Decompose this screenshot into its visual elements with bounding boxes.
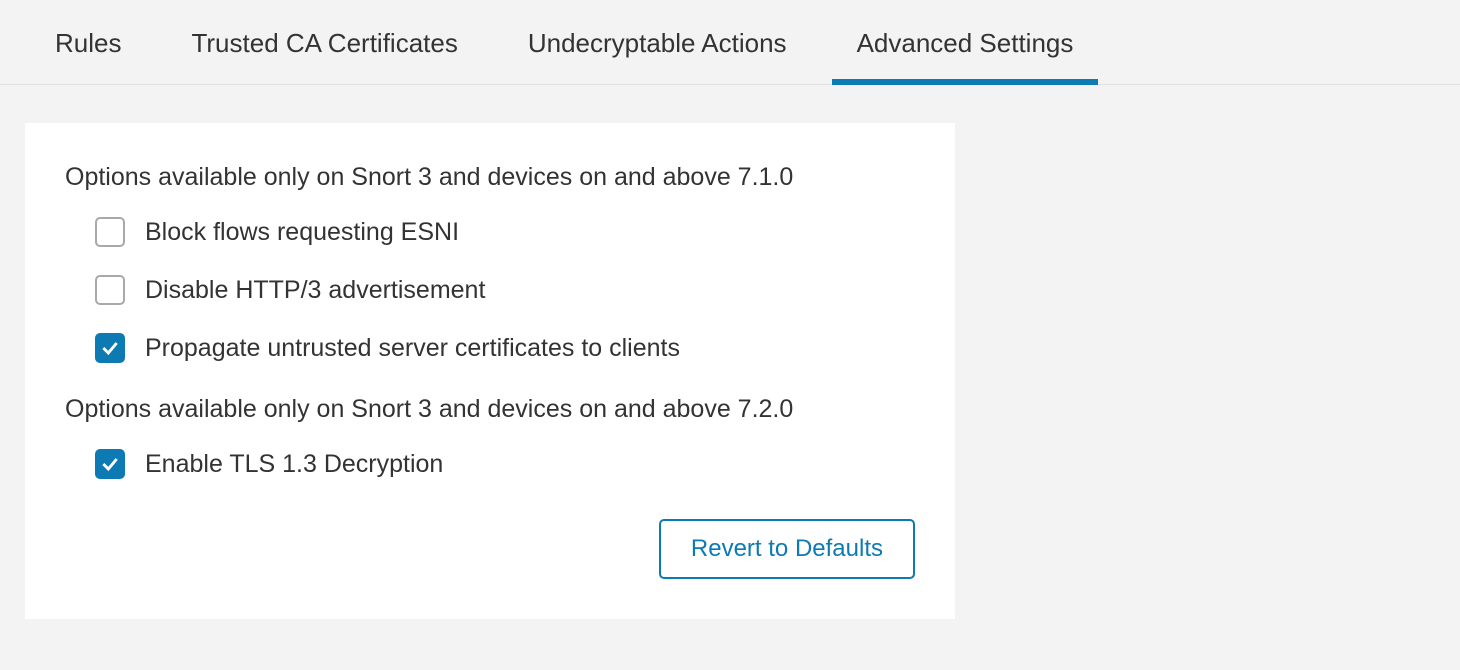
advanced-settings-panel: Options available only on Snort 3 and de… [25, 123, 955, 619]
tab-bar: Rules Trusted CA Certificates Undecrypta… [0, 0, 1460, 85]
option-disable-http3: Disable HTTP/3 advertisement [95, 275, 915, 305]
section-heading-720: Options available only on Snort 3 and de… [65, 395, 915, 424]
checkbox-block-esni[interactable] [95, 217, 125, 247]
tab-trusted-ca-certificates[interactable]: Trusted CA Certificates [191, 0, 457, 84]
checkbox-disable-http3[interactable] [95, 275, 125, 305]
tab-undecryptable-actions[interactable]: Undecryptable Actions [528, 0, 787, 84]
option-propagate-certs: Propagate untrusted server certificates … [95, 333, 915, 363]
option-label: Block flows requesting ESNI [145, 218, 459, 247]
option-tls13-decryption: Enable TLS 1.3 Decryption [95, 449, 915, 479]
option-label: Disable HTTP/3 advertisement [145, 276, 485, 305]
option-label: Propagate untrusted server certificates … [145, 334, 680, 363]
checkbox-propagate-certs[interactable] [95, 333, 125, 363]
button-row: Revert to Defaults [65, 519, 915, 579]
section-heading-710: Options available only on Snort 3 and de… [65, 163, 915, 192]
option-label: Enable TLS 1.3 Decryption [145, 450, 443, 479]
revert-to-defaults-button[interactable]: Revert to Defaults [659, 519, 915, 579]
option-block-esni: Block flows requesting ESNI [95, 217, 915, 247]
tab-rules[interactable]: Rules [55, 0, 121, 84]
tab-advanced-settings[interactable]: Advanced Settings [857, 0, 1074, 84]
checkbox-tls13-decryption[interactable] [95, 449, 125, 479]
check-icon [100, 338, 120, 358]
check-icon [100, 454, 120, 474]
